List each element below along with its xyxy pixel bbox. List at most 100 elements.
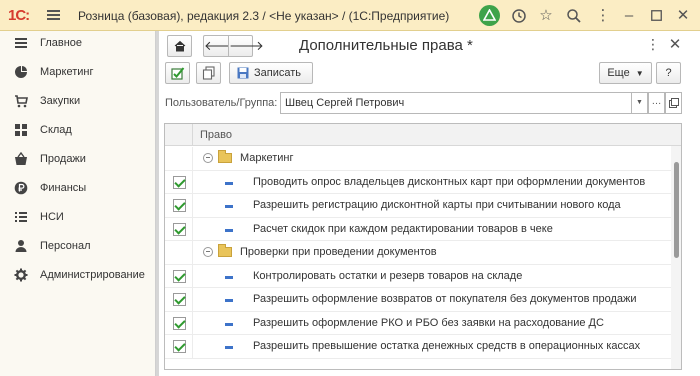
sidebar-item-purchases[interactable]: Закупки	[0, 90, 156, 114]
sidebar-item-label: Закупки	[40, 95, 81, 107]
person-icon	[15, 240, 27, 252]
checkbox-cell	[165, 241, 193, 264]
user-open-button[interactable]	[665, 92, 682, 114]
sidebar-item-warehouse[interactable]: Склад	[0, 119, 156, 143]
checkmark-doc-icon	[170, 67, 184, 80]
right-checkbox[interactable]	[173, 199, 186, 212]
sidebar-item-label: Маркетинг	[40, 66, 94, 78]
user-group-label: Пользователь/Группа:	[165, 97, 278, 109]
folder-icon	[218, 150, 232, 163]
table-row[interactable]: Контролировать остатки и резерв товаров …	[165, 264, 671, 288]
checkbox-cell	[165, 147, 193, 170]
history-icon[interactable]	[508, 5, 530, 27]
vertical-scrollbar[interactable]	[671, 146, 681, 369]
right-checkbox[interactable]	[173, 269, 186, 283]
save-button[interactable]: Записать	[229, 62, 313, 84]
table-row[interactable]: Разрешить оформление РКО и РБО без заявк…	[165, 311, 671, 335]
right-checkbox[interactable]	[173, 222, 186, 236]
dropdown-arrow-icon: ▼	[635, 69, 644, 78]
back-button[interactable]: 🡐	[203, 35, 239, 57]
forward-button[interactable]: 🡒	[228, 35, 264, 57]
table-row[interactable]: Проводить опрос владельцев дисконтных ка…	[165, 170, 671, 194]
column-header-right[interactable]: Право	[200, 129, 232, 141]
right-label: Проводить опрос владельцев дисконтных ка…	[253, 175, 646, 188]
app-title: Розница (базовая), редакция 2.3 / <Не ук…	[78, 9, 450, 23]
table-row[interactable]: Разрешить оформление возвратов от покупа…	[165, 288, 671, 312]
user-dropdown-button[interactable]: ▼	[631, 92, 648, 114]
search-icon[interactable]	[563, 5, 585, 27]
sidebar-item-marketing[interactable]: Маркетинг	[0, 61, 156, 85]
user-avatar[interactable]	[479, 5, 500, 26]
checkbox-cell	[165, 217, 193, 241]
ruble-coin-icon	[14, 181, 28, 195]
checkbox-cell	[165, 288, 193, 311]
basket-icon	[15, 152, 27, 165]
open-form-icon	[668, 98, 679, 108]
more-menu-icon[interactable]: ⋮	[592, 5, 614, 27]
sidebar-item-nsi[interactable]: НСИ	[0, 206, 156, 230]
sidebar-item-finance[interactable]: Финансы	[0, 177, 156, 201]
favorites-star-icon[interactable]: ☆	[535, 5, 557, 27]
app-logo[interactable]: 1С:	[8, 7, 30, 24]
sidebar-item-personnel[interactable]: Персонал	[0, 235, 156, 259]
copy-icon	[202, 66, 215, 80]
sidebar-item-label: Главное	[40, 37, 83, 49]
checkbox-cell	[165, 311, 193, 335]
close-form-icon[interactable]: ✕	[667, 35, 683, 53]
menu-lines-icon	[15, 38, 27, 48]
right-label: Контролировать остатки и резерв товаров …	[253, 269, 523, 282]
minimize-icon[interactable]: –	[618, 5, 640, 27]
table-header: Право	[165, 124, 681, 146]
sidebar-item-label: Персонал	[40, 240, 91, 252]
scrollbar-thumb[interactable]	[674, 162, 679, 258]
right-label: Разрешить оформление возвратов от покупа…	[253, 293, 637, 305]
dropdown-arrow-icon: ▼	[636, 99, 643, 106]
more-actions-button[interactable]: Еще ▼	[599, 62, 652, 84]
user-triangle-icon	[483, 9, 496, 21]
right-item-icon	[225, 275, 233, 279]
sidebar-item-administration[interactable]: Администрирование	[0, 264, 156, 288]
table-row[interactable]: Расчет скидок при каждом редактировании …	[165, 217, 671, 241]
table-row[interactable]: Разрешить превышение остатка денежных ср…	[165, 335, 671, 359]
save-and-close-button[interactable]	[165, 62, 190, 84]
floppy-icon	[237, 67, 249, 79]
help-icon: ?	[665, 67, 672, 79]
sidebar-item-label: Администрирование	[40, 269, 145, 281]
table-row[interactable]: Разрешить регистрацию дисконтной карты п…	[165, 194, 671, 218]
right-item-icon	[225, 205, 233, 208]
sidebar-item-sales[interactable]: Продажи	[0, 148, 156, 172]
sidebar-item-label: Продажи	[40, 153, 86, 165]
additional-rights-form: 🡐 🡒 Дополнительные права * ⋮ ✕ Записать …	[159, 31, 700, 376]
home-button[interactable]	[167, 35, 192, 57]
more-button-label: Еще	[607, 67, 630, 79]
main-menu-icon[interactable]	[47, 10, 60, 20]
sections-panel: Главное Маркетинг Закупки Склад Продажи …	[0, 31, 156, 376]
close-window-icon[interactable]: ✕	[672, 5, 694, 27]
right-checkbox[interactable]	[173, 293, 186, 306]
gear-icon	[14, 268, 28, 282]
sidebar-item-main[interactable]: Главное	[0, 32, 156, 56]
sidebar-item-label: Склад	[40, 124, 72, 136]
collapse-toggle-icon[interactable]	[203, 153, 213, 163]
sidebar-item-label: НСИ	[40, 211, 64, 223]
cart-icon	[15, 95, 28, 108]
help-button[interactable]: ?	[656, 62, 681, 84]
right-checkbox[interactable]	[173, 175, 186, 189]
right-item-icon	[225, 299, 233, 302]
checkbox-column-header[interactable]	[165, 124, 193, 146]
tree-group-row[interactable]: Маркетинг	[165, 147, 671, 171]
user-group-input[interactable]: Швец Сергей Петрович	[280, 92, 631, 114]
right-label: Разрешить оформление РКО и РБО без заявк…	[253, 316, 604, 329]
right-item-icon	[225, 228, 233, 232]
tree-group-row[interactable]: Проверки при проведении документов	[165, 241, 671, 265]
maximize-icon[interactable]	[645, 5, 667, 27]
right-checkbox[interactable]	[173, 316, 186, 330]
copy-button[interactable]	[196, 62, 221, 84]
save-button-label: Записать	[254, 67, 302, 79]
right-item-icon	[225, 346, 233, 349]
user-select-button[interactable]: …	[648, 92, 665, 114]
form-menu-icon[interactable]: ⋮	[646, 36, 660, 53]
list-icon	[15, 212, 27, 222]
right-checkbox[interactable]	[173, 340, 186, 353]
collapse-toggle-icon[interactable]	[203, 247, 213, 257]
